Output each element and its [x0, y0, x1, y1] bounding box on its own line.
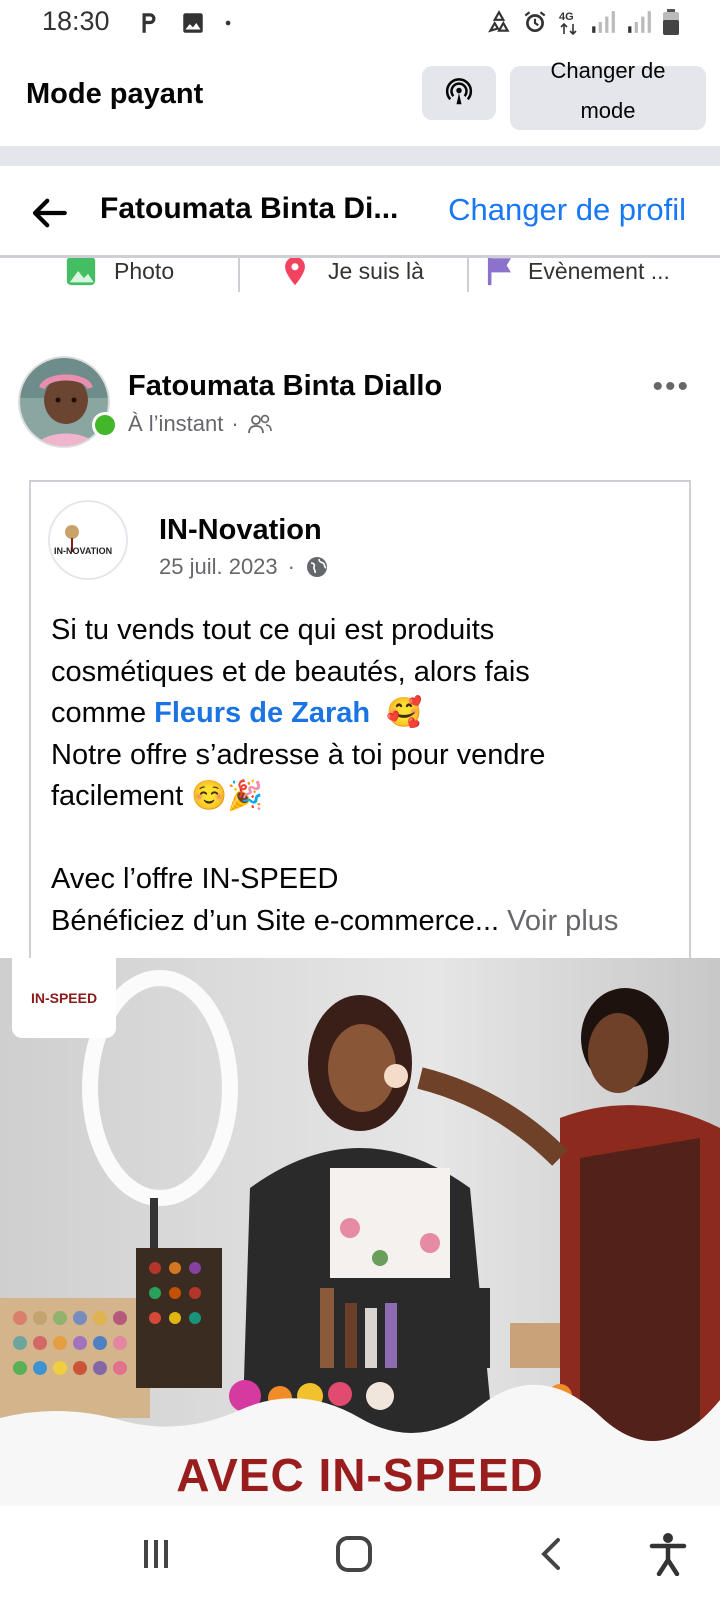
status-time: 18:30: [42, 6, 110, 36]
ad-banner-text: AVEC IN-SPEED: [176, 1449, 544, 1501]
profile-bar: Fatoumata Binta Di... Changer de profil: [0, 166, 720, 258]
change-profile-link[interactable]: Changer de profil: [448, 192, 686, 228]
accessibility-icon: [649, 1533, 687, 1576]
signal-icon: [592, 11, 615, 33]
post-type-chips: Photo Je suis là Evènement ...: [0, 258, 720, 292]
change-mode-label-2: mode: [580, 98, 636, 123]
post-text-line: facilement ☺️🎉: [51, 776, 681, 818]
chip-checkin-label: Je suis là: [328, 258, 424, 284]
change-mode-button[interactable]: Changer de mode: [510, 58, 706, 130]
shared-page-name[interactable]: IN-Novation: [159, 514, 322, 547]
back-chevron-icon: [541, 1538, 560, 1570]
post-text-line: comme Fleurs de Zarah 🥰: [51, 693, 681, 735]
chip-event-label: Evènement ...: [528, 258, 670, 284]
recycle-icon: [488, 10, 510, 33]
parking-icon: [142, 13, 156, 33]
post-text-line: Notre offre s’adresse à toi pour vendre: [51, 738, 546, 771]
emoji-love: 🥰: [386, 697, 423, 729]
section-separator: [0, 146, 720, 166]
photo-icon: [66, 258, 96, 286]
dot-icon: [225, 20, 231, 26]
shared-post-meta: 25 juil. 2023 ·: [159, 554, 329, 580]
profile-name: Fatoumata Binta Di...: [100, 192, 399, 225]
page-logo-text: IN-NOVATION: [54, 546, 112, 556]
svg-text:4G: 4G: [559, 11, 574, 23]
broadcast-icon: [445, 78, 473, 105]
alarm-icon: [524, 11, 546, 33]
post-text-line: Si tu vends tout ce qui est produits: [51, 614, 495, 646]
chip-checkin[interactable]: Je suis là: [278, 258, 424, 292]
globe-icon: [306, 557, 327, 577]
recent-apps-button[interactable]: [130, 1528, 182, 1580]
home-icon: [336, 1536, 372, 1572]
shared-post-date[interactable]: 25 juil. 2023: [159, 554, 278, 580]
chip-event[interactable]: Evènement ...: [484, 258, 670, 292]
post-text-line8: Bénéficiez d’un Site e-commerce...: [51, 904, 500, 937]
page-logo[interactable]: IN-NOVATION: [48, 500, 128, 580]
accessibility-button[interactable]: [642, 1528, 694, 1580]
chip-divider: [238, 258, 240, 292]
inspeed-logo: IN-SPEED: [12, 958, 116, 1038]
shared-post-text: Si tu vends tout ce qui est produits cos…: [51, 610, 681, 942]
friends-audience-icon[interactable]: [247, 413, 273, 435]
post-text-prefix: comme: [51, 697, 155, 729]
battery-icon: [663, 9, 679, 35]
change-mode-label-1: Changer de: [550, 58, 666, 83]
chip-photo[interactable]: Photo: [64, 258, 174, 292]
post-meta: À l’instant ·: [128, 411, 273, 437]
mode-title: Mode payant: [26, 78, 204, 110]
mention-link[interactable]: Fleurs de Zarah: [154, 697, 370, 729]
see-more-link[interactable]: Voir plus: [507, 905, 618, 937]
post-time: À l’instant: [128, 411, 224, 436]
inspeed-logo-text: IN-SPEED: [30, 990, 98, 1006]
post-text-line: Bénéficiez d’un Site e-commerce... Voir …: [51, 901, 681, 943]
gallery-icon: [183, 13, 203, 33]
location-pin-icon: [285, 258, 305, 286]
recent-apps-icon: [144, 1540, 168, 1568]
status-right-icons: 4G: [486, 8, 680, 36]
post-author-name[interactable]: Fatoumata Binta Diallo: [128, 370, 442, 403]
back-button[interactable]: [526, 1528, 578, 1580]
4g-icon: 4G: [559, 11, 577, 36]
post-text-line: cosmétiques et de beautés, alors fais: [51, 655, 530, 688]
post-image[interactable]: IN-SPEED AVEC IN-SPEED: [0, 958, 720, 1506]
status-bar: 18:30 4G: [0, 0, 720, 48]
flag-icon: [487, 258, 511, 286]
post-text-blank: [51, 818, 681, 860]
post-text-line: Avec l’offre IN-SPEED: [51, 863, 339, 895]
chip-photo-label: Photo: [114, 258, 175, 284]
home-button[interactable]: [328, 1528, 380, 1580]
online-status-dot: [92, 412, 118, 438]
emoji-smile-party: ☺️🎉: [191, 780, 264, 812]
makeup-scene-image: [0, 958, 720, 1506]
post-options-button[interactable]: •••: [652, 370, 690, 404]
signal-icon: [628, 11, 651, 33]
shared-post-card: IN-NOVATION IN-Novation 25 juil. 2023 · …: [29, 480, 691, 960]
author-avatar[interactable]: [18, 356, 118, 448]
back-arrow-icon[interactable]: [28, 192, 70, 234]
system-nav-bar: [0, 1506, 720, 1600]
app-header: Mode payant Changer de mode: [0, 48, 720, 146]
status-left-icons: [136, 10, 238, 36]
broadcast-button[interactable]: [422, 66, 496, 120]
meta-separator: ·: [231, 411, 239, 436]
chip-divider: [467, 258, 469, 292]
meta-separator: ·: [287, 554, 295, 579]
post-text-line5: facilement: [51, 780, 192, 812]
innovation-logo-icon: IN-NOVATION: [54, 525, 112, 556]
